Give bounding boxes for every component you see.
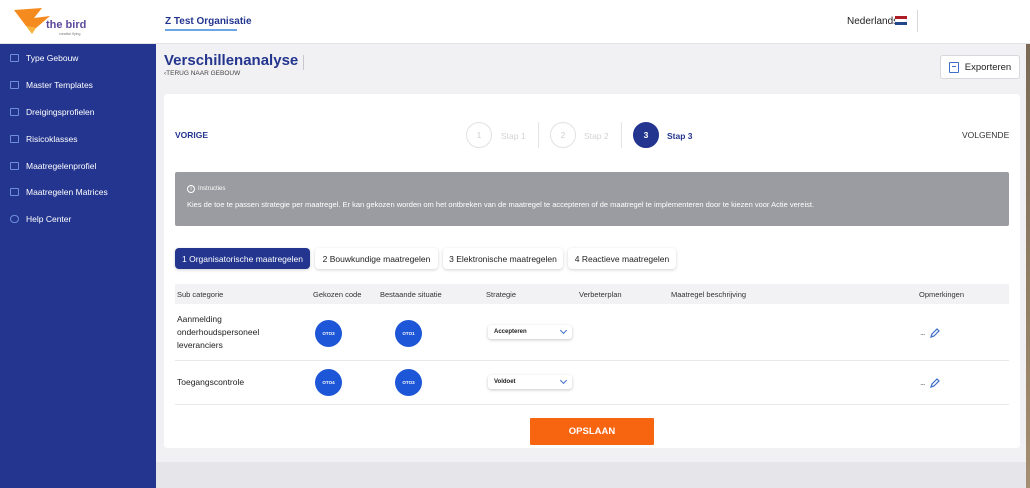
info-icon: i bbox=[187, 185, 195, 193]
sub-categorie-line: Toegangscontrole bbox=[177, 377, 245, 387]
language-selector[interactable]: Nederlands bbox=[847, 16, 898, 27]
sidebar-item-label: Maatregelenprofiel bbox=[26, 161, 97, 171]
building-icon bbox=[10, 54, 19, 62]
organisation-underline bbox=[165, 29, 237, 31]
instructions-header: i Instructies bbox=[187, 185, 225, 193]
logo-text: the bird bbox=[46, 19, 86, 31]
sidebar: Type Gebouw Master Templates Dreigingspr… bbox=[0, 44, 156, 488]
column-header-maatregel-beschrijving: Maatregel beschrijving bbox=[671, 290, 747, 299]
opmerkingen-value: ... bbox=[920, 327, 925, 337]
title-divider bbox=[303, 55, 304, 70]
row-divider bbox=[175, 360, 1009, 361]
organisation-link[interactable]: Z Test Organisatie bbox=[165, 16, 252, 27]
column-header-verbeterplan: Verbeterplan bbox=[579, 290, 622, 299]
top-divider bbox=[917, 10, 918, 32]
opmerkingen-value: ... bbox=[920, 377, 925, 387]
sidebar-item-type-gebouw[interactable]: Type Gebouw bbox=[0, 48, 156, 68]
sidebar-item-master-templates[interactable]: Master Templates bbox=[0, 75, 156, 95]
step-1-label[interactable]: Stap 1 bbox=[501, 131, 526, 141]
profile-icon bbox=[10, 162, 19, 170]
the-bird-logo[interactable]: the bird creative flying bbox=[12, 6, 92, 38]
step-3-label[interactable]: Stap 3 bbox=[667, 131, 693, 141]
matrix-icon bbox=[10, 188, 19, 196]
column-header-bestaande-situatie: Bestaande situatie bbox=[380, 290, 442, 299]
tab-bouwkundige[interactable]: 2 Bouwkundige maatregelen bbox=[315, 248, 438, 269]
export-button[interactable]: Exporteren bbox=[940, 55, 1020, 79]
step-divider bbox=[538, 122, 539, 148]
table-row-2-sub-categorie: Toegangscontrole bbox=[177, 376, 244, 389]
sidebar-item-label: Risicoklasses bbox=[26, 134, 78, 144]
sidebar-item-risicoklasses[interactable]: Risicoklasses bbox=[0, 129, 156, 149]
gekozen-code-badge[interactable]: OTO3 bbox=[315, 320, 342, 347]
column-header-sub-categorie: Sub categorie bbox=[177, 290, 224, 299]
logo-subtext: creative flying bbox=[59, 32, 80, 36]
step-divider bbox=[621, 122, 622, 148]
chevron-down-icon bbox=[559, 326, 568, 335]
step-3-circle[interactable]: 3 bbox=[633, 122, 659, 148]
window-edge bbox=[1026, 44, 1030, 488]
content-card bbox=[164, 94, 1020, 448]
step-2-circle[interactable]: 2 bbox=[550, 122, 576, 148]
back-link[interactable]: ‹TERUG NAAR GEBOUW bbox=[164, 70, 240, 77]
sidebar-item-dreigingsprofielen[interactable]: Dreigingsprofielen bbox=[0, 102, 156, 122]
column-header-opmerkingen: Opmerkingen bbox=[919, 290, 965, 299]
sub-categorie-line: leveranciers bbox=[177, 340, 223, 350]
sidebar-item-label: Maatregelen Matrices bbox=[26, 187, 108, 197]
page-title: Verschillenanalyse bbox=[164, 52, 299, 69]
row-divider bbox=[175, 404, 1009, 405]
sub-categorie-line: Aanmelding bbox=[177, 314, 222, 324]
sidebar-item-help-center[interactable]: Help Center bbox=[0, 209, 156, 229]
threat-icon bbox=[10, 108, 19, 116]
strategie-value: Voldoet bbox=[494, 379, 516, 385]
sidebar-item-label: Help Center bbox=[26, 214, 72, 224]
footer-area bbox=[156, 462, 1026, 488]
top-bar: the bird creative flying Z Test Organisa… bbox=[0, 0, 1030, 44]
sidebar-item-label: Dreigingsprofielen bbox=[26, 107, 95, 117]
sidebar-item-label: Type Gebouw bbox=[26, 53, 79, 63]
export-button-label: Exporteren bbox=[964, 61, 1012, 73]
sidebar-item-maatregelenprofiel[interactable]: Maatregelenprofiel bbox=[0, 156, 156, 176]
column-header-strategie: Strategie bbox=[486, 290, 517, 299]
bestaande-situatie-badge[interactable]: OTO1 bbox=[395, 320, 422, 347]
tab-elektronische[interactable]: 3 Elektronische maatregelen bbox=[443, 248, 563, 269]
dutch-flag-icon[interactable] bbox=[895, 16, 907, 25]
step-2-label[interactable]: Stap 2 bbox=[584, 131, 609, 141]
sidebar-item-label: Master Templates bbox=[26, 80, 93, 90]
strategie-value: Accepteren bbox=[494, 329, 527, 335]
strategie-select[interactable]: Accepteren bbox=[488, 325, 572, 339]
previous-button[interactable]: VORIGE bbox=[175, 130, 208, 140]
step-1-circle[interactable]: 1 bbox=[466, 122, 492, 148]
gekozen-code-badge[interactable]: OTO4 bbox=[315, 369, 342, 396]
instructions-text: Kies de toe te passen strategie per maat… bbox=[187, 200, 815, 209]
column-header-gekozen-code: Gekozen code bbox=[313, 290, 362, 299]
table-row-1-sub-categorie: Aanmelding onderhoudspersoneel leveranci… bbox=[177, 313, 259, 352]
excel-icon bbox=[948, 61, 959, 73]
instructions-panel: i Instructies Kies de toe te passen stra… bbox=[175, 172, 1009, 226]
instructions-title: Instructies bbox=[198, 186, 226, 192]
next-button[interactable]: VOLGENDE bbox=[962, 130, 1009, 140]
save-button[interactable]: OPSLAAN bbox=[530, 418, 654, 445]
chevron-down-icon bbox=[559, 376, 568, 385]
back-link-label: TERUG NAAR GEBOUW bbox=[166, 70, 241, 77]
edit-icon[interactable] bbox=[930, 378, 940, 388]
bestaande-situatie-badge[interactable]: OTO3 bbox=[395, 369, 422, 396]
sub-categorie-line: onderhoudspersoneel bbox=[177, 327, 260, 337]
tab-reactieve[interactable]: 4 Reactieve maatregelen bbox=[568, 248, 676, 269]
risk-icon bbox=[10, 135, 19, 143]
sidebar-item-maatregelen-matrices[interactable]: Maatregelen Matrices bbox=[0, 182, 156, 202]
strategie-select[interactable]: Voldoet bbox=[488, 375, 572, 389]
help-icon bbox=[10, 215, 19, 223]
template-icon bbox=[10, 81, 19, 89]
edit-icon[interactable] bbox=[930, 328, 940, 338]
tab-organisatorische[interactable]: 1 Organisatorische maatregelen bbox=[175, 248, 310, 269]
